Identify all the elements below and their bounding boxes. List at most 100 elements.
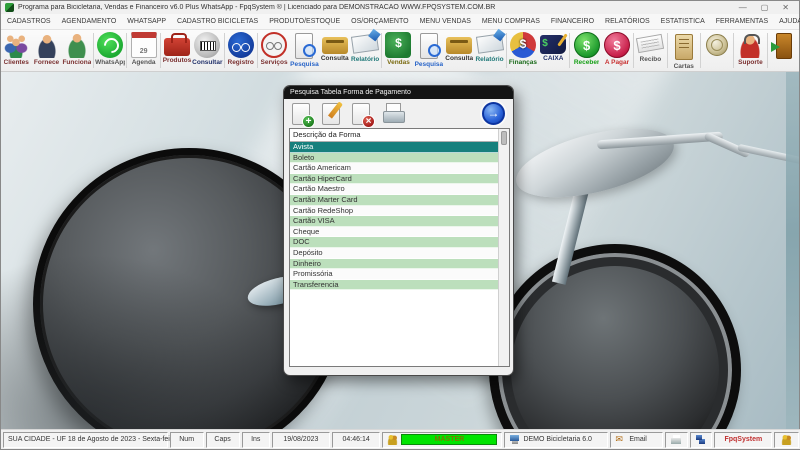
menu-menu-compras[interactable]: MENU COMPRAS bbox=[482, 18, 540, 25]
add-plus-icon: + bbox=[302, 115, 315, 128]
app-logo-icon bbox=[5, 3, 14, 12]
toolbar-vendas[interactable]: Vendas bbox=[383, 30, 413, 71]
drawer-icon bbox=[322, 37, 348, 54]
menu-bar: CADASTROS AGENDAMENTO WHATSAPP CADASTRO … bbox=[1, 14, 799, 30]
toolbar-agenda[interactable]: 29 Agenda bbox=[128, 30, 158, 71]
list-item[interactable]: Cartão Marter Card bbox=[290, 195, 498, 206]
list-item[interactable]: Cartão Maestro bbox=[290, 184, 498, 195]
toolbar-suporte[interactable]: Suporte bbox=[735, 30, 765, 71]
whatsapp-icon bbox=[97, 32, 123, 58]
list-scrollbar[interactable] bbox=[498, 129, 509, 366]
toolbar-financas[interactable]: Finanças bbox=[508, 30, 538, 71]
toolbar-separator bbox=[569, 33, 570, 68]
coin-icon bbox=[706, 34, 728, 56]
exit-door-icon bbox=[776, 33, 792, 59]
menu-relatorios[interactable]: RELATÓRIOS bbox=[605, 18, 650, 25]
toolbar-registro[interactable]: Registro bbox=[226, 30, 256, 71]
list-item[interactable]: Dinheiro bbox=[290, 259, 498, 270]
list-item[interactable]: Promissória bbox=[290, 269, 498, 280]
list-item[interactable]: Cartão VISA bbox=[290, 216, 498, 227]
toolbar-consulta-vendas[interactable]: Consulta bbox=[444, 30, 474, 71]
dialog-toolbar: + × → bbox=[284, 99, 513, 128]
menu-produto-estoque[interactable]: PRODUTO/ESTOQUE bbox=[269, 18, 340, 25]
toolbar-consultar[interactable]: Consultar bbox=[192, 30, 222, 71]
toolbar-relatorio-vendas[interactable]: Relatório bbox=[474, 30, 504, 71]
dialog-titlebar[interactable]: Pesquisa Tabela Forma de Pagamento bbox=[284, 86, 513, 99]
status-user-icon-panel bbox=[774, 432, 799, 448]
menu-ajuda[interactable]: AJUDA bbox=[779, 18, 800, 25]
menu-estatistica[interactable]: ESTATISTICA bbox=[661, 18, 705, 25]
list-item[interactable]: Cartão HiperCard bbox=[290, 174, 498, 185]
list-item[interactable]: Transferencia bbox=[290, 280, 498, 291]
list-item[interactable]: Boleto bbox=[290, 153, 498, 164]
toolbar-pesquisa-os[interactable]: Pesquisa bbox=[289, 30, 319, 71]
search-docs-icon bbox=[420, 33, 438, 59]
window-title: Programa para Bicicletaria, Vendas e Fin… bbox=[18, 4, 735, 11]
toolbar-produtos[interactable]: Produtos bbox=[162, 30, 192, 71]
status-email[interactable]: ✉ Email bbox=[610, 432, 662, 448]
toolbar-separator bbox=[126, 33, 127, 68]
maximize-button[interactable]: ▢ bbox=[761, 3, 769, 13]
toolbar-caixa[interactable]: CAIXA bbox=[538, 30, 568, 71]
menu-financeiro[interactable]: FINANCEIRO bbox=[551, 18, 594, 25]
toolbar-cartas[interactable]: Cartas bbox=[669, 30, 699, 71]
list-item[interactable]: DOC bbox=[290, 237, 498, 248]
menu-os-orcamento[interactable]: OS/ORÇAMENTO bbox=[351, 18, 408, 25]
delete-x-icon: × bbox=[362, 115, 375, 128]
services-icon bbox=[261, 32, 287, 58]
status-network[interactable] bbox=[690, 432, 713, 448]
window-titlebar: Programa para Bicicletaria, Vendas e Fin… bbox=[1, 1, 799, 14]
list-item[interactable]: Depósito bbox=[290, 248, 498, 259]
main-toolbar: Clientes Fornece Funciona WhatsApp 29 Ag… bbox=[1, 30, 799, 72]
barcode-icon bbox=[194, 32, 220, 58]
status-printer[interactable] bbox=[665, 432, 688, 448]
print-button[interactable] bbox=[382, 103, 404, 125]
list-item[interactable]: Avista bbox=[290, 142, 498, 153]
calendar-icon: 29 bbox=[131, 32, 157, 58]
status-system: DEMO Bicicletaria 6.0 bbox=[504, 432, 608, 448]
receive-money-icon bbox=[574, 32, 600, 58]
cashbook-icon bbox=[540, 35, 566, 54]
toolbar-clientes[interactable]: Clientes bbox=[1, 30, 31, 71]
toolbar-separator bbox=[257, 33, 258, 68]
toolbar-recibo[interactable]: Recibo bbox=[635, 30, 665, 71]
list-item[interactable]: Cartão Americam bbox=[290, 163, 498, 174]
report-icon bbox=[351, 33, 379, 53]
toolbar-sair[interactable] bbox=[769, 30, 799, 71]
toolbar-pesquisa-vendas[interactable]: Pesquisa bbox=[414, 30, 444, 71]
toolbar-fornecedor[interactable]: Fornece bbox=[31, 30, 61, 71]
list-column-header: Descrição da Forma bbox=[290, 129, 498, 142]
menu-cadastros[interactable]: CADASTROS bbox=[7, 18, 51, 25]
list-item[interactable]: Cartão RedeShop bbox=[290, 206, 498, 217]
toolbar-servicos[interactable]: Serviços bbox=[259, 30, 289, 71]
toolbar-whatsapp[interactable]: WhatsApp bbox=[95, 30, 125, 71]
menu-whatsapp[interactable]: WHATSAPP bbox=[127, 18, 166, 25]
toolbar-separator bbox=[224, 33, 225, 68]
list-item[interactable]: Cheque bbox=[290, 227, 498, 238]
toolbar-funcionario[interactable]: Funciona bbox=[62, 30, 92, 71]
edit-record-button[interactable] bbox=[322, 103, 340, 125]
menu-menu-vendas[interactable]: MENU VENDAS bbox=[420, 18, 471, 25]
scrollbar-thumb[interactable] bbox=[501, 131, 507, 145]
toolbar-receber[interactable]: Receber bbox=[571, 30, 601, 71]
close-button[interactable]: ✕ bbox=[782, 3, 789, 13]
delete-record-button[interactable]: × bbox=[352, 103, 370, 125]
toolbar-relatorio-os[interactable]: Relatório bbox=[350, 30, 380, 71]
menu-cadastro-bicicletas[interactable]: CADASTRO BICICLETAS bbox=[177, 18, 258, 25]
toolbar-a-pagar[interactable]: A Pagar bbox=[602, 30, 632, 71]
employee-icon bbox=[64, 32, 90, 58]
toolbar-consulta-os[interactable]: Consulta bbox=[320, 30, 350, 71]
add-record-button[interactable]: + bbox=[292, 103, 310, 125]
status-num-lock: Num bbox=[170, 432, 204, 448]
search-docs-icon bbox=[295, 33, 313, 59]
minimize-button[interactable]: — bbox=[739, 3, 747, 13]
menu-ferramentas[interactable]: FERRAMENTAS bbox=[716, 18, 768, 25]
toolbar-moeda[interactable] bbox=[702, 30, 732, 71]
status-caps-lock: Caps bbox=[206, 432, 240, 448]
letters-icon bbox=[675, 34, 693, 60]
dialog-title: Pesquisa Tabela Forma de Pagamento bbox=[290, 89, 411, 96]
continue-arrow-button[interactable]: → bbox=[482, 102, 505, 125]
toolbar-separator bbox=[733, 33, 734, 68]
menu-agendamento[interactable]: AGENDAMENTO bbox=[62, 18, 117, 25]
user-icon bbox=[781, 434, 792, 445]
